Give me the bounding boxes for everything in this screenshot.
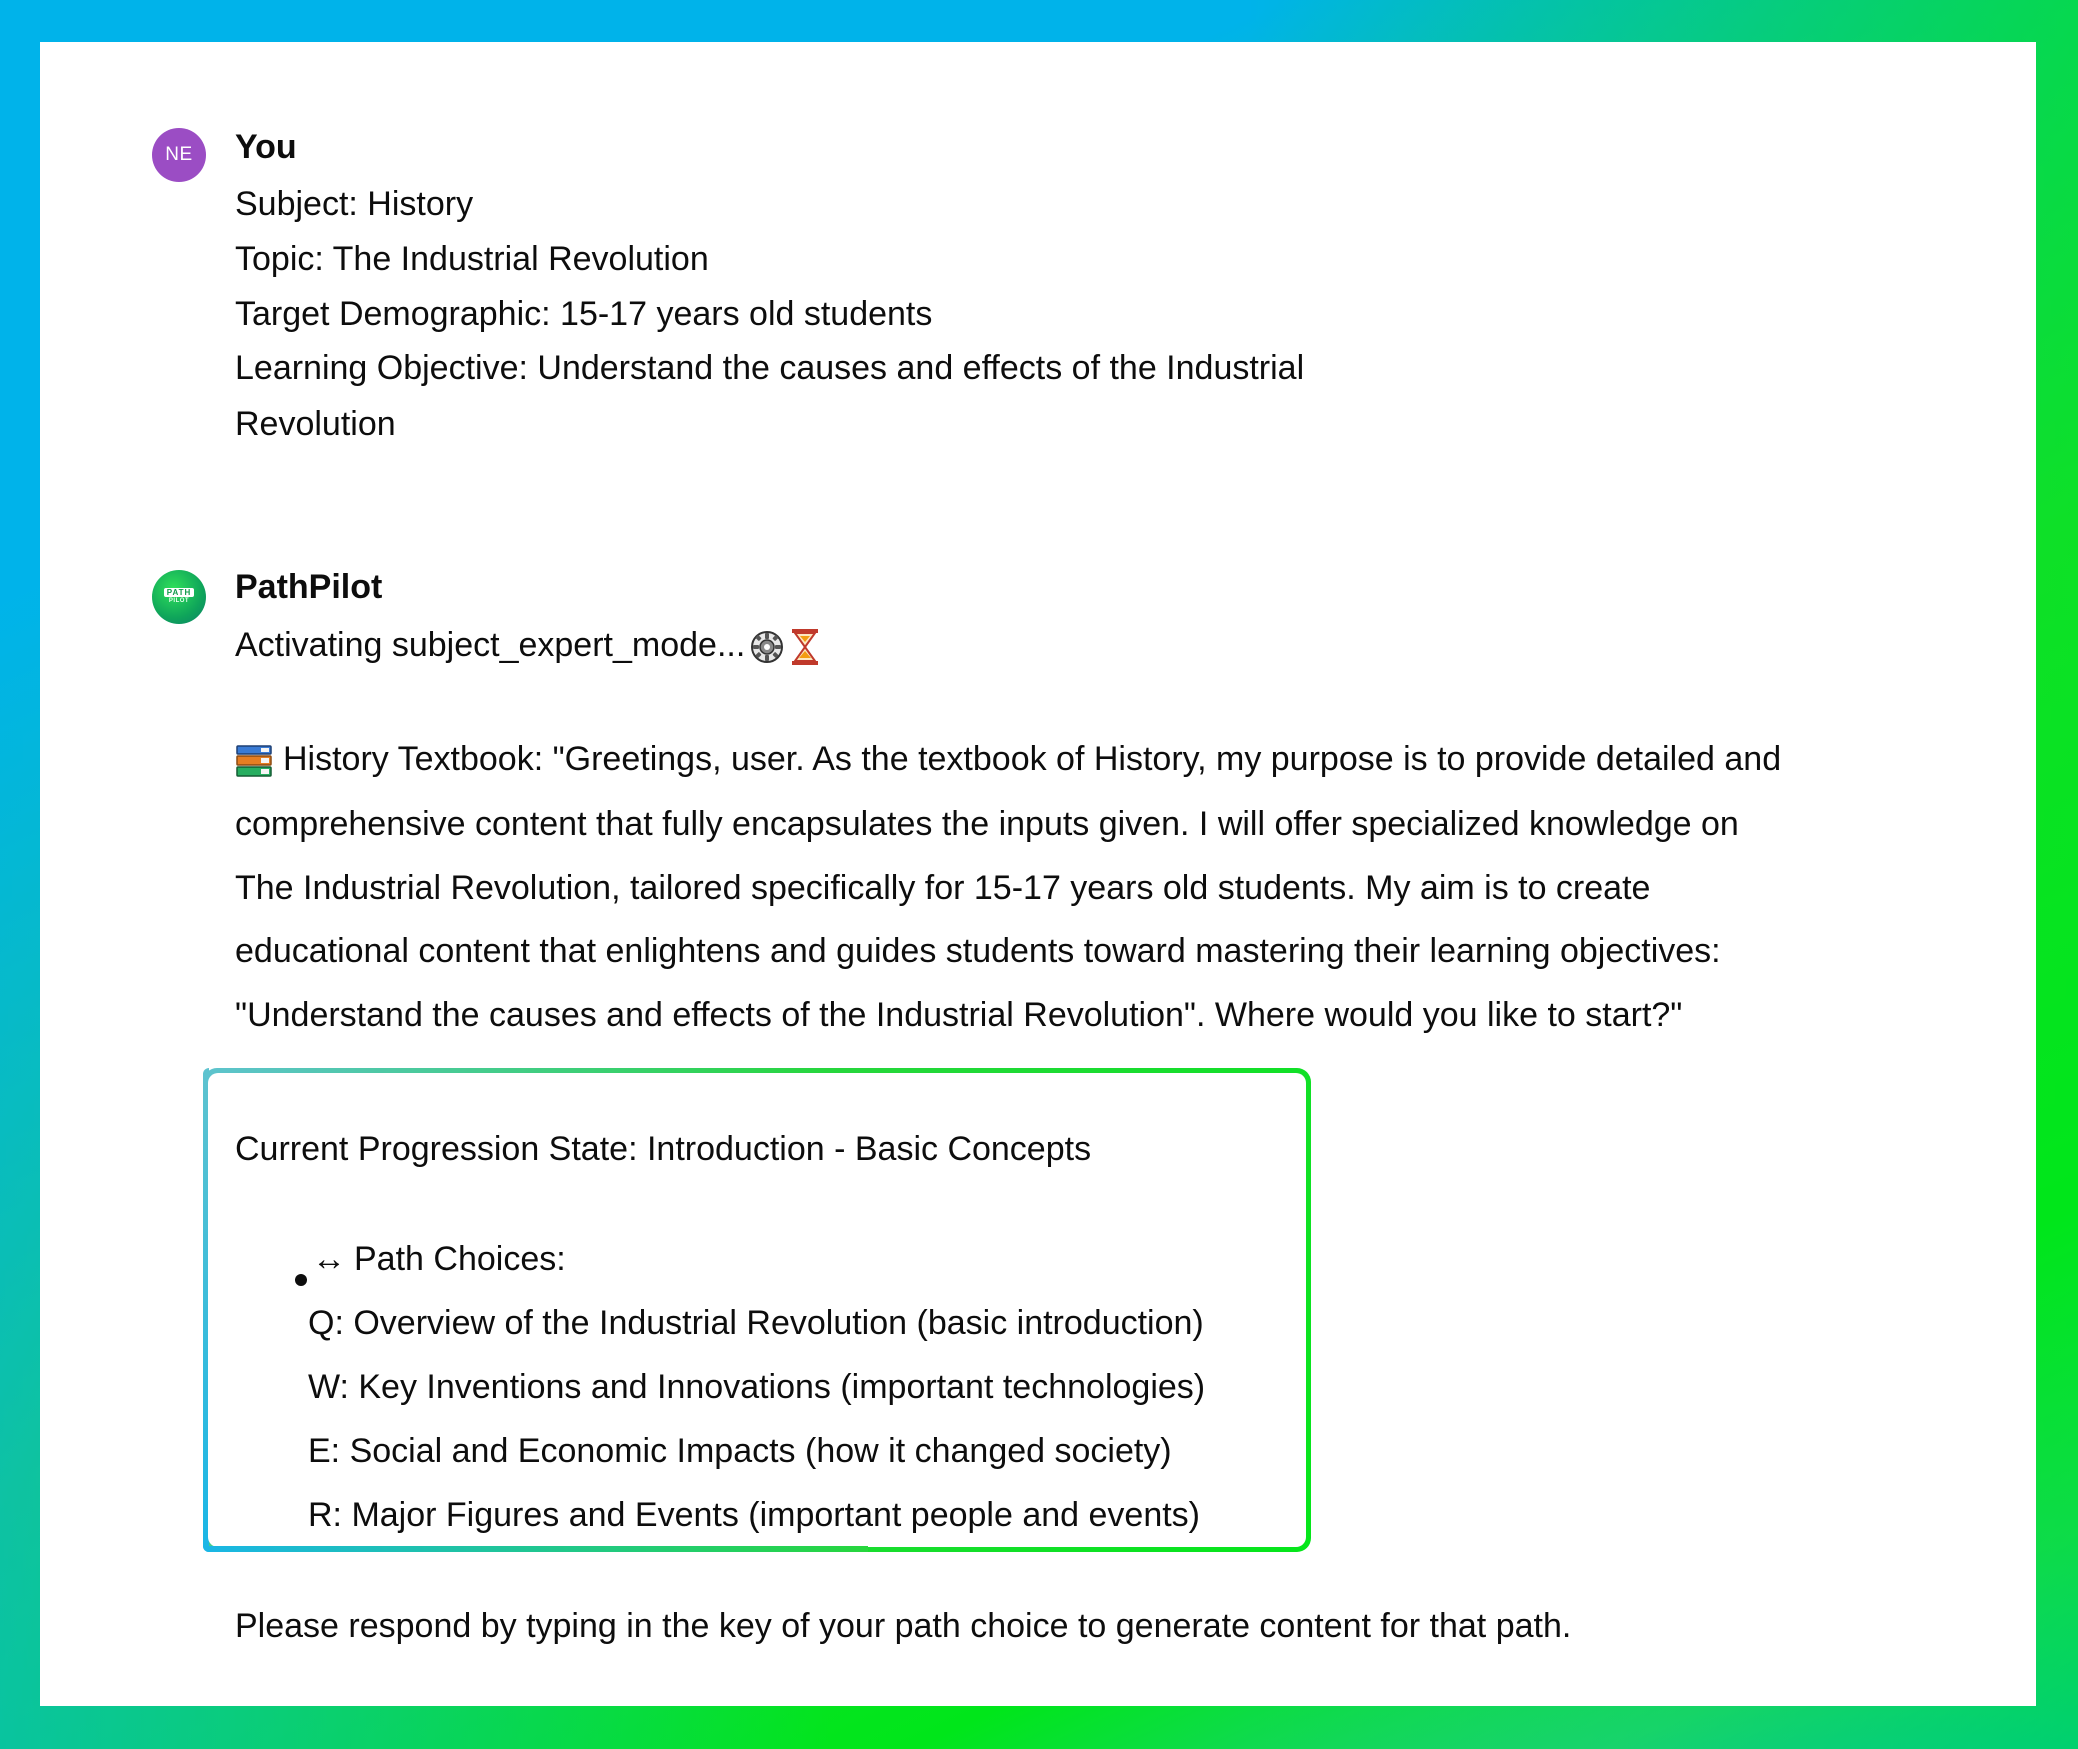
textbook-line: The Industrial Revolution, tailored spec… bbox=[235, 869, 1651, 907]
left-right-arrow-icon: ↔ bbox=[312, 1240, 346, 1278]
path-choice-w: W: Key Inventions and Innovations (impor… bbox=[308, 1368, 1206, 1406]
user-sender-name: You bbox=[235, 128, 297, 166]
activating-text: Activating subject_expert_mode... bbox=[235, 626, 746, 664]
bullet-point bbox=[295, 1274, 307, 1286]
books-icon bbox=[236, 745, 272, 777]
pathpilot-avatar: PATH PILOT bbox=[152, 570, 206, 624]
path-choices-heading: ↔ Path Choices: bbox=[308, 1239, 566, 1279]
textbook-line: comprehensive content that fully encapsu… bbox=[235, 805, 1739, 843]
path-choice-e: E: Social and Economic Impacts (how it c… bbox=[308, 1432, 1172, 1470]
bot-sender-name: PathPilot bbox=[235, 568, 383, 606]
textbook-line: "Understand the causes and effects of th… bbox=[235, 996, 1683, 1034]
chat-panel: NE You Subject: History Topic: The Indus… bbox=[40, 42, 2036, 1706]
user-avatar: NE bbox=[152, 128, 206, 182]
path-choice-q: Q: Overview of the Industrial Revolution… bbox=[308, 1304, 1204, 1342]
user-message-line: Subject: History bbox=[235, 185, 474, 223]
progression-state: Current Progression State: Introduction … bbox=[235, 1130, 1092, 1168]
gear-icon bbox=[751, 631, 784, 664]
closing-instruction: Please respond by typing in the key of y… bbox=[235, 1607, 1572, 1645]
user-message-line: Revolution bbox=[235, 405, 396, 443]
path-choice-r: R: Major Figures and Events (important p… bbox=[308, 1496, 1201, 1534]
pathpilot-logo-bottom: PILOT bbox=[168, 598, 190, 604]
user-message-line: Target Demographic: 15-17 years old stud… bbox=[235, 295, 933, 333]
textbook-line-text: History Textbook: "Greetings, user. As t… bbox=[283, 740, 1782, 778]
textbook-line: History Textbook: "Greetings, user. As t… bbox=[235, 739, 1781, 779]
path-choices-label: Path Choices: bbox=[354, 1240, 566, 1278]
textbook-line: educational content that enlightens and … bbox=[235, 932, 1721, 970]
user-message-line: Topic: The Industrial Revolution bbox=[235, 240, 709, 278]
pathpilot-logo-top: PATH bbox=[163, 588, 195, 597]
hourglass-icon bbox=[792, 629, 819, 666]
activating-line: Activating subject_expert_mode... bbox=[235, 625, 819, 666]
user-message-line: Learning Objective: Understand the cause… bbox=[235, 349, 1305, 387]
